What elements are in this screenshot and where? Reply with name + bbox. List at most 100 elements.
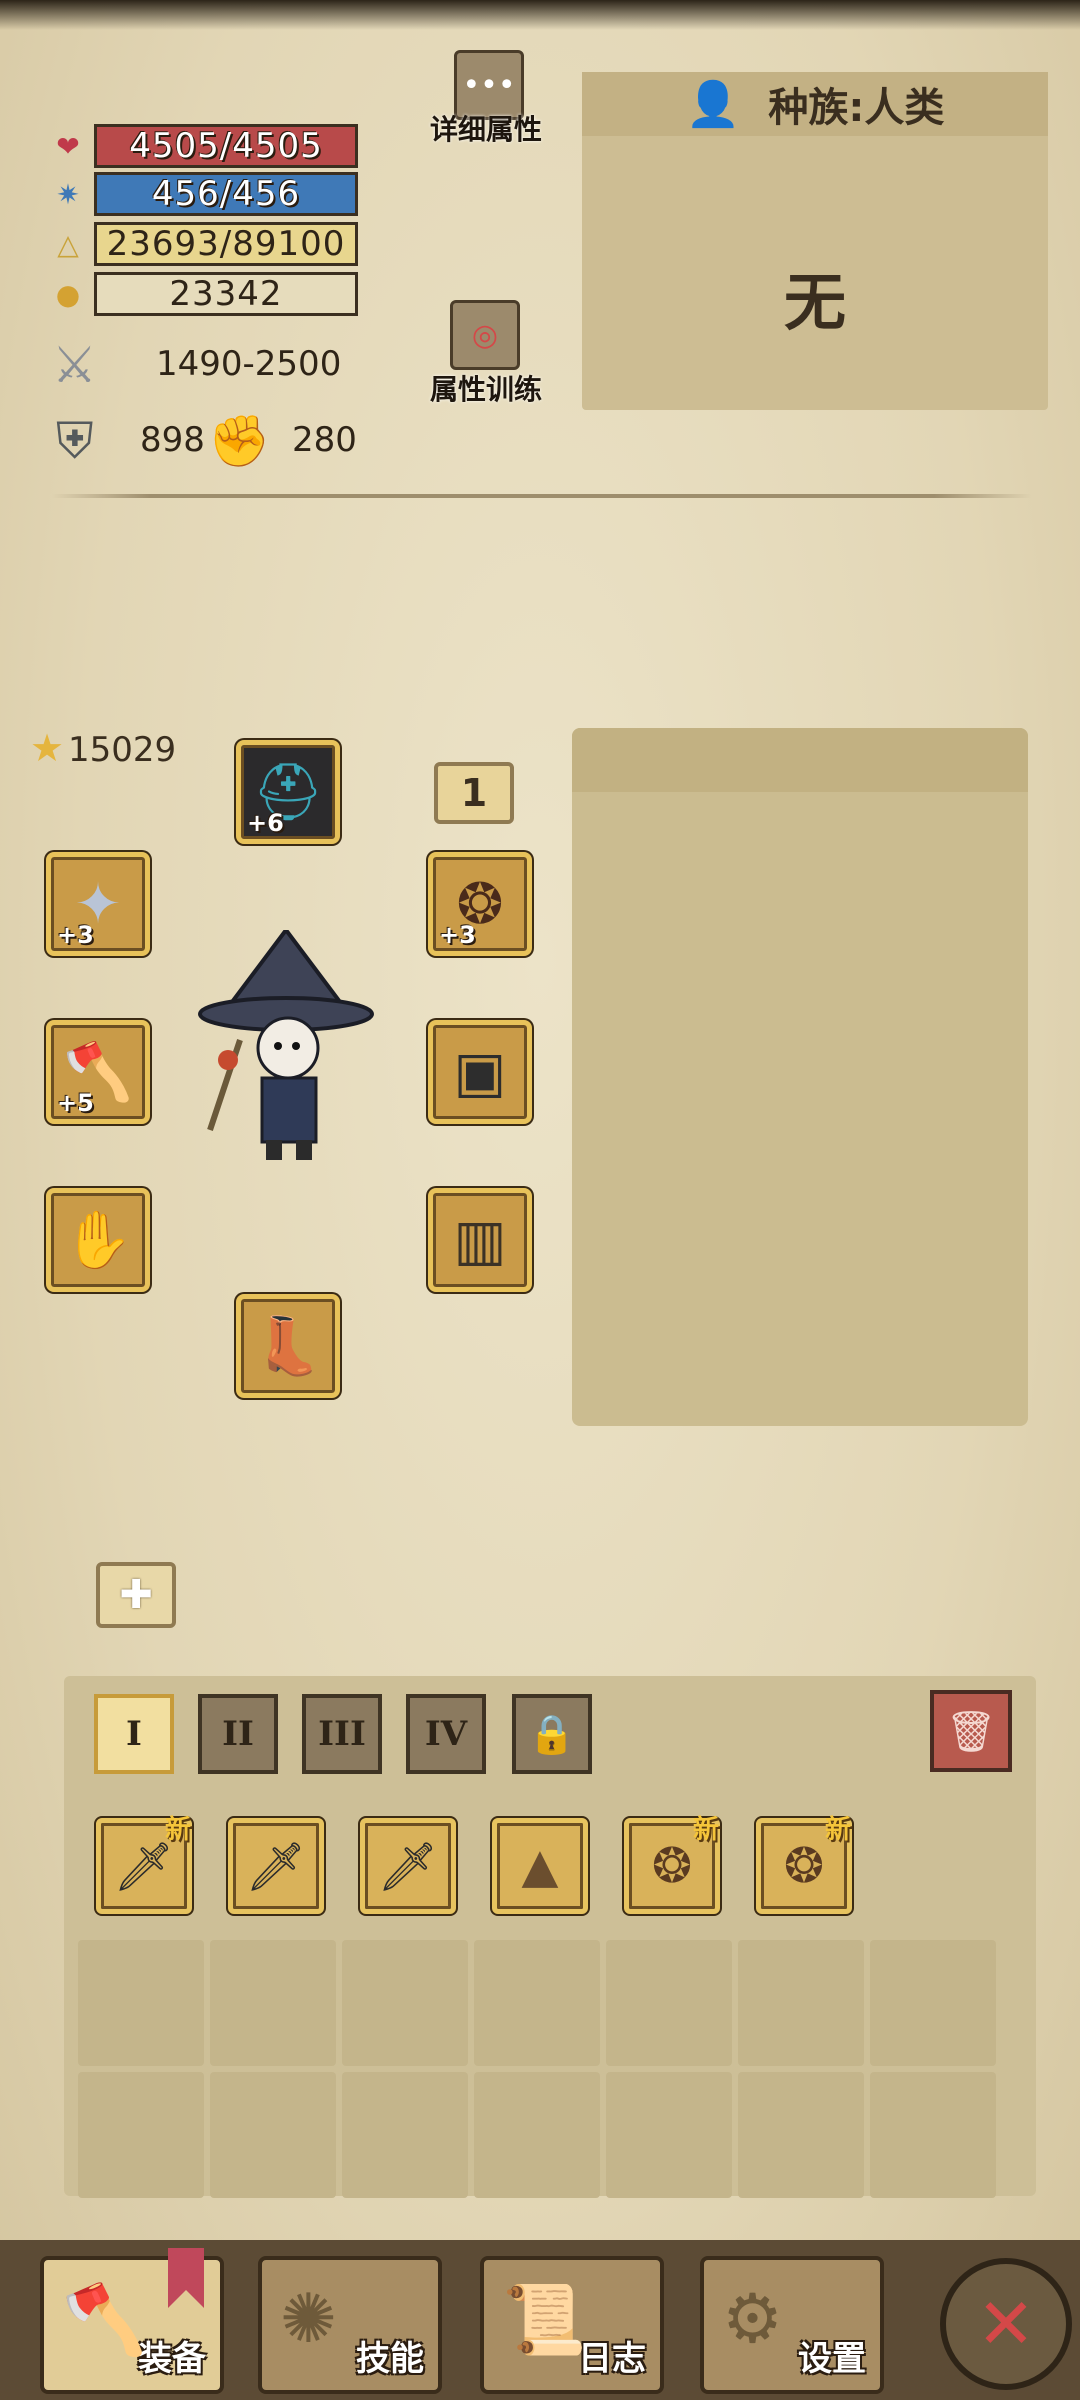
hat-icon: ▲ <box>521 1838 559 1894</box>
luck-value: 280 <box>292 420 357 460</box>
armor-icon: ▣ <box>453 1039 507 1105</box>
ring-plus: +3 <box>439 921 476 949</box>
gloves-slot[interactable]: ✋ <box>46 1188 150 1292</box>
top-decoration <box>0 0 1080 30</box>
nav-skills[interactable]: ✺ 技能 <box>258 2256 442 2394</box>
lock-icon: 🔒 <box>528 1711 576 1756</box>
gauntlet-icon: ✋ <box>63 1208 133 1273</box>
weapon-plus: +5 <box>57 1089 94 1117</box>
nav-log-label: 日志 <box>578 2339 646 2379</box>
race-value: 无 <box>783 266 846 339</box>
trash-icon: 🗑 <box>945 1708 997 1755</box>
skill-icon: ✺ <box>280 2280 337 2359</box>
empty-slot[interactable] <box>78 1940 204 2066</box>
tab-bag-2-label: II <box>222 1714 254 1754</box>
inventory-item[interactable]: 🗡 <box>360 1818 456 1914</box>
item-info-panel <box>572 728 1028 1426</box>
detail-attrs-label: 详细属性 <box>430 113 543 146</box>
empty-slot[interactable] <box>342 2072 468 2198</box>
close-icon: ✕ <box>976 2283 1036 2365</box>
target-icon: ◎ <box>471 317 499 353</box>
hp-bar: 4505/4505 <box>94 124 358 168</box>
empty-slot[interactable] <box>870 2072 996 2198</box>
dagger-icon: 🗡 <box>245 1838 307 1895</box>
power-value: 15029 <box>68 730 177 770</box>
dagger-icon: 🗡 <box>113 1838 175 1895</box>
trash-button[interactable]: 🗑 <box>930 1690 1012 1772</box>
more-dots-icon: ••• <box>462 67 516 103</box>
pants-slot[interactable]: ▥ <box>428 1188 532 1292</box>
nav-log[interactable]: 📜 日志 <box>480 2256 664 2394</box>
mp-row: ✷ 456/456 <box>50 172 358 216</box>
mana-icon: ✷ <box>56 177 80 211</box>
hp-row: ❤ 4505/4505 <box>50 124 358 168</box>
boots-icon: 👢 <box>253 1314 323 1379</box>
ring-icon: ❂ <box>783 1838 825 1894</box>
race-header: 👤 种族:人类 <box>582 72 1048 136</box>
amulet-slot[interactable]: ✦ +3 <box>46 852 150 956</box>
armor-slot[interactable]: ▣ <box>428 1020 532 1124</box>
nav-skills-label: 技能 <box>356 2339 424 2379</box>
empty-slot[interactable] <box>474 2072 600 2198</box>
attr-training-button[interactable]: ◎ <box>450 300 520 370</box>
inventory-item[interactable]: ❂ 新 <box>756 1815 852 1914</box>
close-button[interactable]: ✕ <box>940 2258 1072 2390</box>
empty-slot[interactable] <box>870 1940 996 2066</box>
empty-slot[interactable] <box>210 2072 336 2198</box>
empty-slot[interactable] <box>78 2072 204 2198</box>
xp-row: △ 23693/89100 <box>50 222 358 266</box>
empty-slot[interactable] <box>606 1940 732 2066</box>
helmet-slot[interactable]: ⛑ +6 <box>236 740 340 844</box>
new-badge: 新 <box>824 1815 851 1845</box>
inventory-item[interactable]: 🗡 新 <box>96 1815 192 1914</box>
luck-icon: ✊ <box>208 412 271 470</box>
tier-badge[interactable]: 1 <box>434 762 514 824</box>
inventory-item[interactable]: ❂ 新 <box>624 1815 720 1914</box>
ring-icon: ❂ <box>651 1838 693 1894</box>
nav-settings-label: 设置 <box>798 2339 866 2379</box>
plus-icon: ✚ <box>119 1572 153 1618</box>
empty-slot[interactable] <box>474 1940 600 2066</box>
mp-bar: 456/456 <box>94 172 358 216</box>
tab-bag-4[interactable]: IV <box>406 1694 486 1774</box>
xp-triangle-icon: △ <box>57 227 79 261</box>
add-slot-button[interactable]: ✚ <box>96 1562 176 1628</box>
empty-slot[interactable] <box>342 1940 468 2066</box>
nav-settings[interactable]: ⚙ 设置 <box>700 2256 884 2394</box>
tab-bag-1[interactable]: I <box>94 1694 174 1774</box>
tab-bag-2[interactable]: II <box>198 1694 278 1774</box>
xp-bar: 23693/89100 <box>94 222 358 266</box>
empty-slot[interactable] <box>210 1940 336 2066</box>
tab-bag-3[interactable]: III <box>302 1694 382 1774</box>
weapon-slot[interactable]: 🪓 +5 <box>46 1020 150 1124</box>
attack-value: 1490-2500 <box>156 344 342 384</box>
section-divider <box>52 494 1032 498</box>
tab-bag-locked[interactable]: 🔒 <box>512 1694 592 1774</box>
tier-badge-label: 1 <box>460 771 488 815</box>
pants-icon: ▥ <box>453 1207 507 1273</box>
star-icon: ★ <box>30 726 65 770</box>
shield-icon: ⛨ <box>56 412 94 470</box>
person-icon: 👤 <box>685 79 741 130</box>
heart-icon: ❤ <box>56 129 80 163</box>
tab-bag-4-label: IV <box>424 1714 468 1754</box>
amulet-plus: +3 <box>57 921 94 949</box>
empty-slot[interactable] <box>738 2072 864 2198</box>
nav-equipment-label: 装备 <box>138 2339 206 2379</box>
boots-slot[interactable]: 👢 <box>236 1294 340 1398</box>
axe-icon: 🪓 <box>62 2281 147 2360</box>
empty-slot[interactable] <box>738 1940 864 2066</box>
scroll-icon: 📜 <box>502 2281 587 2360</box>
empty-slot[interactable] <box>606 2072 732 2198</box>
ring-slot[interactable]: ❂ +3 <box>428 852 532 956</box>
tab-bag-3-label: III <box>318 1714 366 1754</box>
inventory-item[interactable]: ▲ <box>492 1818 588 1914</box>
gear-icon: ⚙ <box>722 2280 783 2359</box>
item-info-header <box>572 728 1028 792</box>
new-badge: 新 <box>692 1815 719 1845</box>
helmet-plus: +6 <box>247 809 284 837</box>
inventory-item[interactable]: 🗡 <box>228 1818 324 1914</box>
character-avatar <box>198 930 374 1160</box>
race-label: 种族:人类 <box>768 85 945 131</box>
gold-bar: 23342 <box>94 272 358 316</box>
